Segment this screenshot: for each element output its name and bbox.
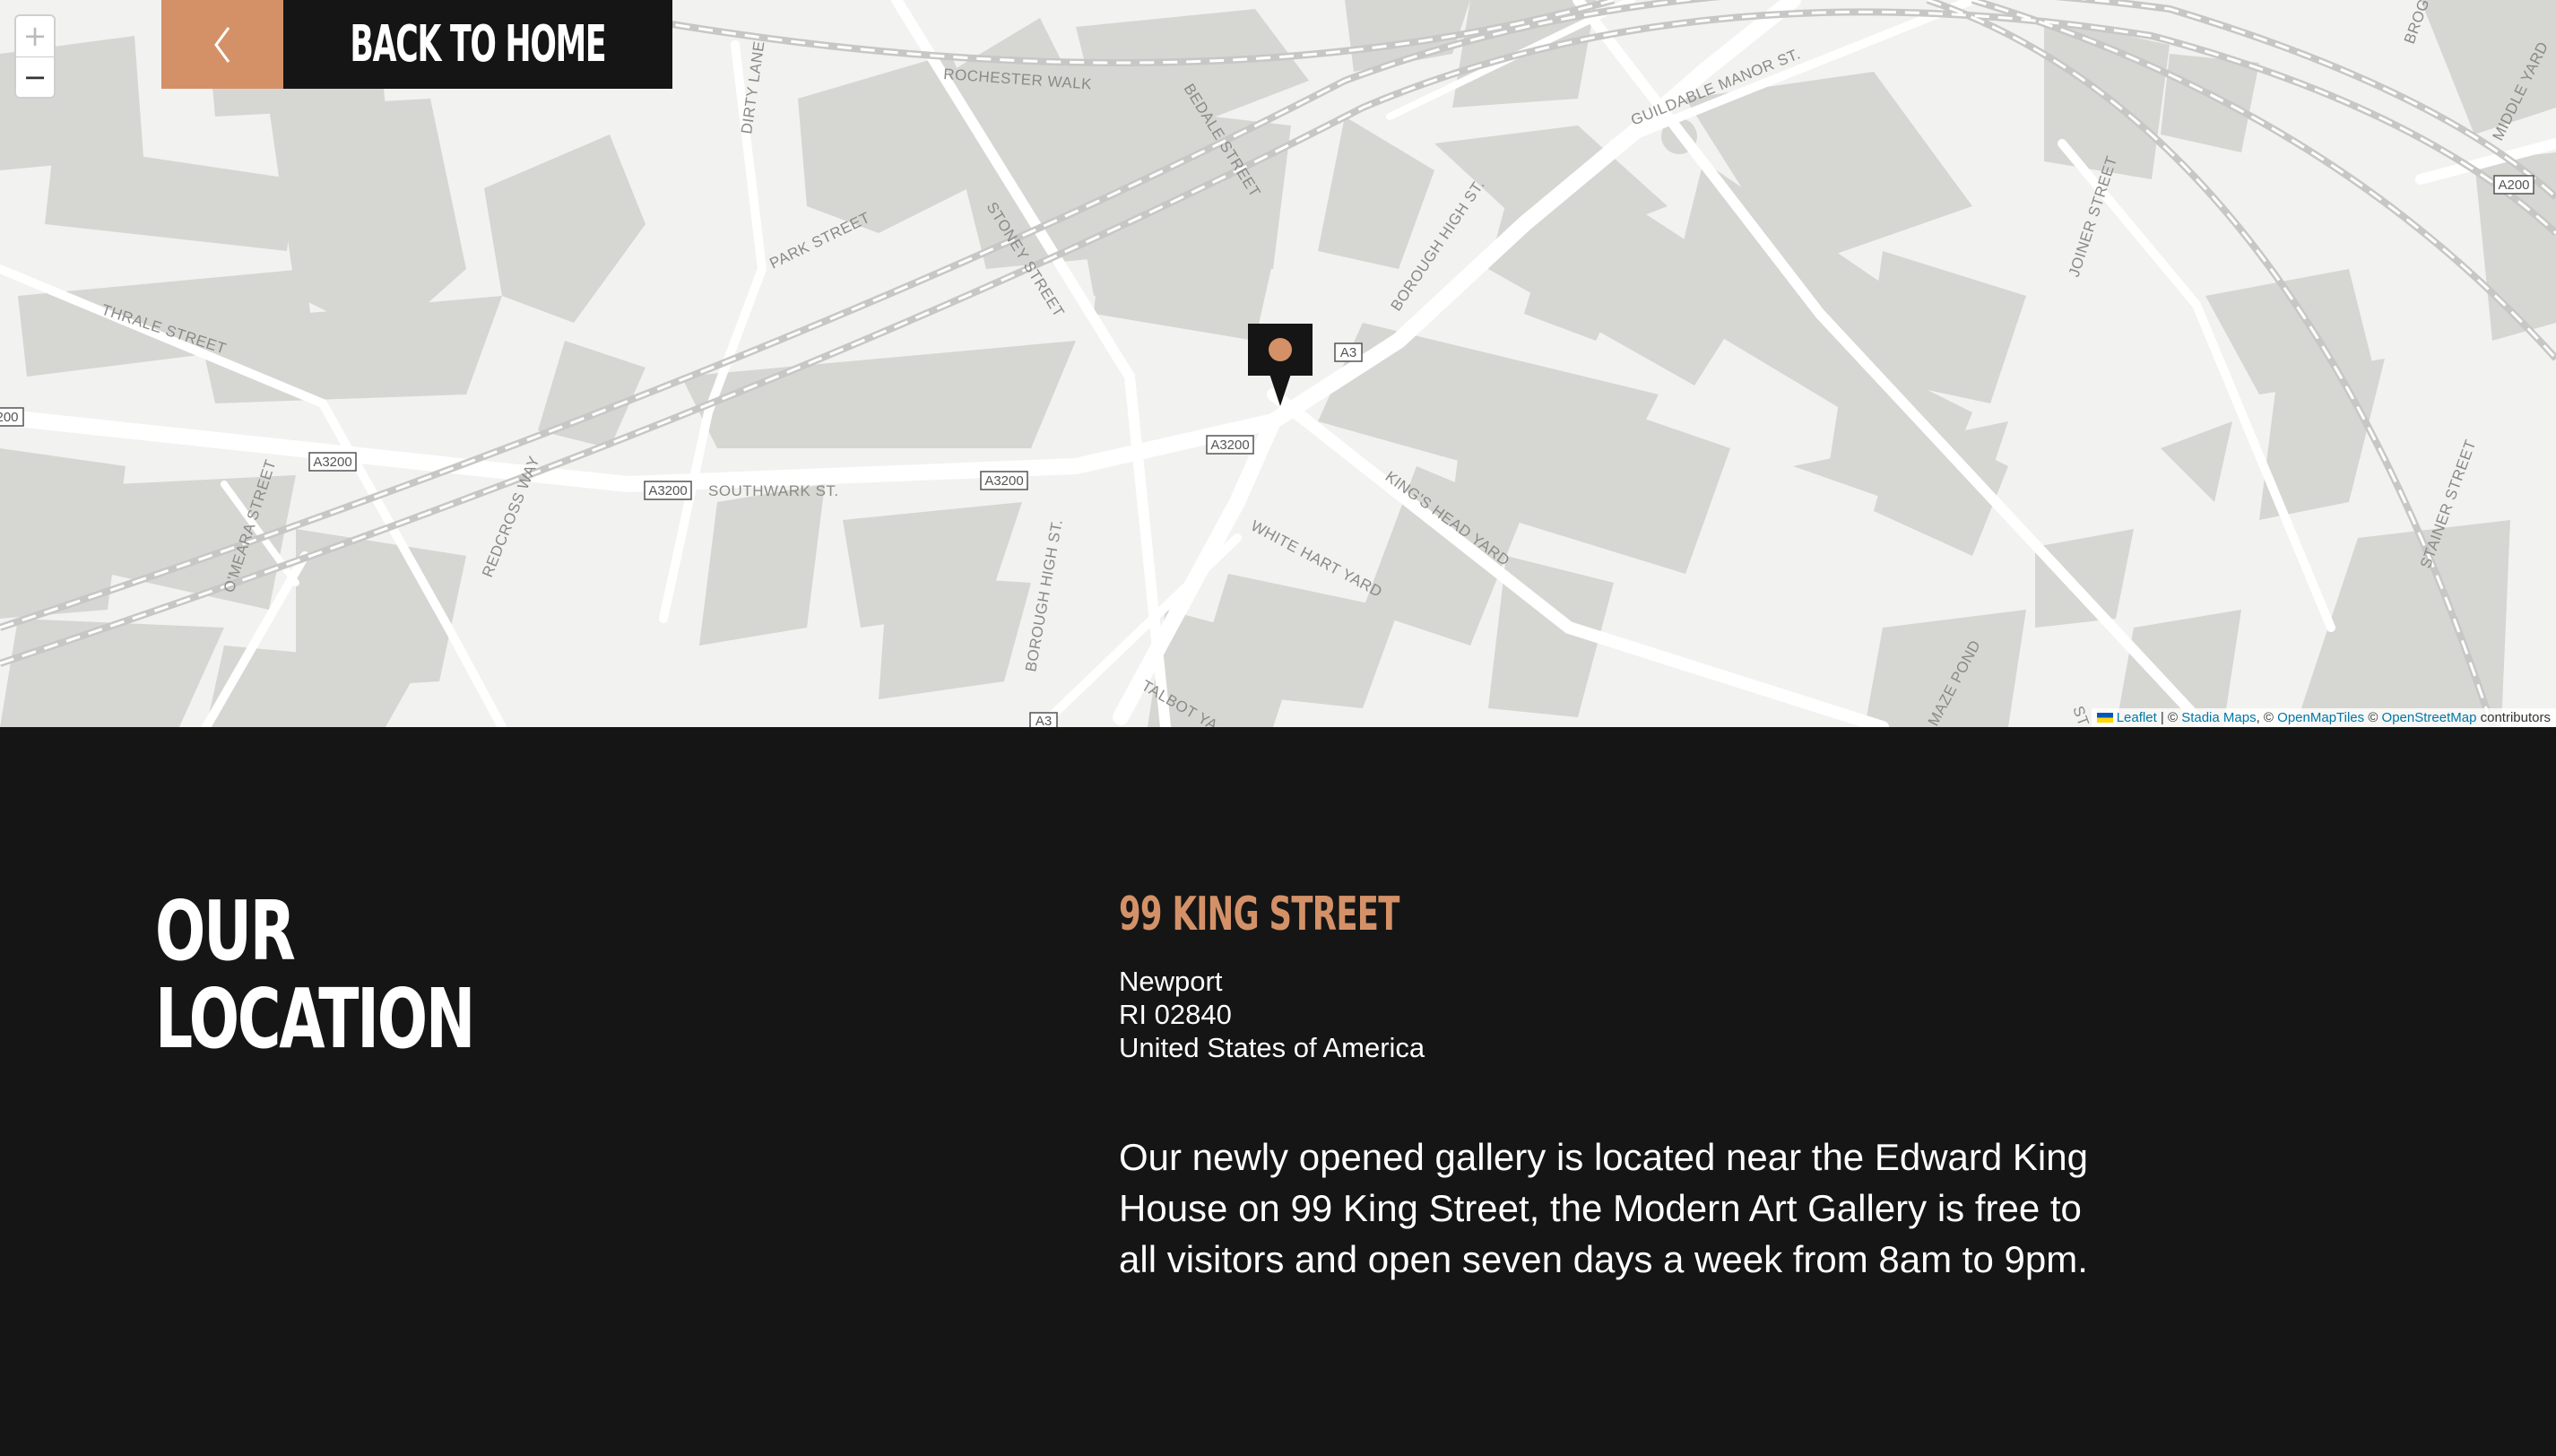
ukraine-flag-icon [2096, 713, 2113, 723]
road-shield: 200 [0, 407, 24, 427]
road-shield: A3 [1029, 712, 1058, 727]
svg-text:A3200: A3200 [648, 483, 687, 498]
location-heading: OUR LOCATION [155, 888, 597, 1063]
address-line: RI 02840 [1119, 999, 1232, 1030]
chevron-left-icon [161, 0, 283, 89]
road-shield: A3200 [1206, 435, 1254, 455]
road-shield: A3 [1334, 342, 1363, 362]
zoom-out-button[interactable]: − [16, 57, 54, 98]
svg-text:A200: A200 [2498, 178, 2529, 193]
location-description: Our newly opened gallery is located near… [1119, 1136, 2088, 1280]
address-title: 99 KING STREET [1119, 888, 1399, 941]
street-label: PARK STREET [767, 209, 872, 273]
zoom-in-button[interactable]: + [16, 16, 54, 57]
zoom-control: + − [14, 14, 56, 99]
road-shield: A3200 [980, 471, 1028, 490]
stadia-link[interactable]: Stadia Maps [2181, 710, 2256, 725]
openmaptiles-link[interactable]: OpenMapTiles [2277, 710, 2364, 725]
map-pin-icon[interactable] [1248, 324, 1313, 408]
heading-line: LOCATION [155, 971, 475, 1067]
svg-text:A3200: A3200 [984, 473, 1023, 489]
map-attribution: Leaflet | © Stadia Maps, © OpenMapTiles … [2091, 708, 2556, 727]
road-shield: A200 [2493, 175, 2534, 195]
svg-text:A3: A3 [1035, 714, 1052, 727]
road-shield: A3200 [308, 452, 357, 472]
map[interactable]: ROCHESTER WALK DIRTY LANE BEDALE STREET … [0, 0, 2556, 727]
svg-text:A3200: A3200 [1210, 438, 1249, 453]
back-to-home-label: BACK TO HOME [283, 0, 672, 89]
road-shield: A3200 [644, 481, 692, 500]
leaflet-link[interactable]: Leaflet [2117, 710, 2157, 725]
address-line: United States of America [1119, 1032, 1425, 1063]
openstreetmap-link[interactable]: OpenStreetMap [2382, 710, 2477, 725]
street-label: JOINER STREET [2066, 154, 2121, 280]
address-line: Newport [1119, 966, 1223, 997]
back-to-home-button[interactable]: BACK TO HOME [161, 0, 672, 89]
street-label: SOUTHWARK ST. [708, 482, 839, 499]
svg-text:A3200: A3200 [313, 455, 351, 470]
svg-text:200: 200 [0, 410, 19, 425]
street-label: ST [2069, 704, 2092, 727]
street-label: BOROUGH HIGH ST. [1022, 518, 1066, 673]
heading-line: OUR [155, 883, 296, 979]
svg-text:A3: A3 [1340, 345, 1356, 360]
address-block: Newport RI 02840 United States of Americ… [1119, 965, 1425, 1064]
